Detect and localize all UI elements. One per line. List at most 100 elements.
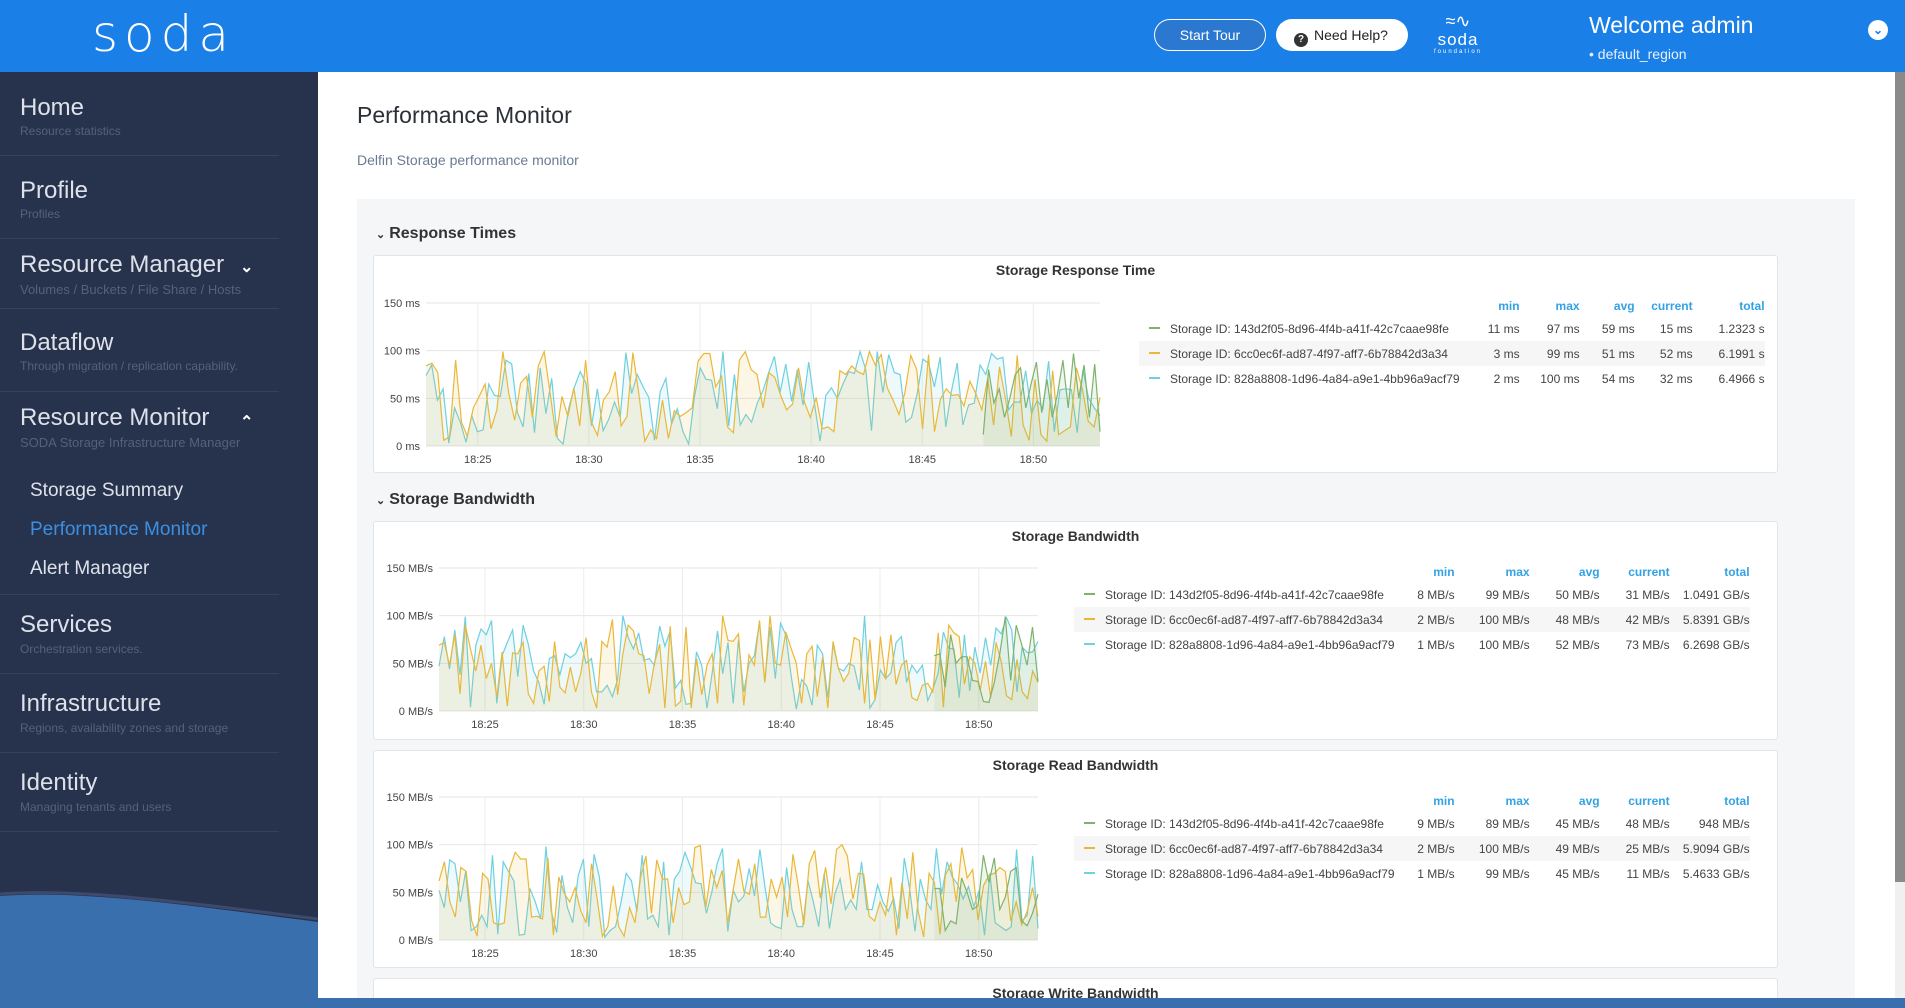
chevron-up-icon[interactable]: ⌃ — [240, 412, 253, 432]
legend-row[interactable]: Storage ID: 143d2f05-8d96-4f4b-a41f-42c7… — [1074, 582, 1750, 607]
legend-header-current[interactable]: current — [1600, 562, 1669, 582]
legend-stat-avg: 52 MB/s — [1555, 637, 1600, 652]
legend-header-total[interactable]: total — [1670, 562, 1749, 582]
legend-header-current[interactable]: current — [1635, 296, 1692, 316]
x-tick-label: 18:35 — [669, 719, 697, 731]
legend-stat-min: 1 MB/s — [1417, 866, 1455, 881]
need-help-label: Need Help? — [1314, 27, 1388, 43]
sidebar-subitem-storage-summary[interactable]: Storage Summary — [30, 480, 183, 502]
legend-header-max[interactable]: max — [1455, 791, 1530, 811]
y-tick-label: 150 ms — [384, 298, 421, 310]
sidebar-item-subtitle: SODA Storage Infrastructure Manager — [20, 435, 241, 450]
legend-stat-current: 15 ms — [1659, 321, 1693, 336]
legend-stat-min: 11 ms — [1487, 321, 1520, 336]
sidebar-item-title: Profile — [20, 177, 89, 204]
legend-row[interactable]: Storage ID: 828a8808-1d96-4a84-a9e1-4bb9… — [1074, 861, 1750, 886]
chart-legend: min max avg current total Storage ID: 143d2f0… — [1139, 296, 1765, 391]
page-subtitle: Delfin Storage performance monitor — [357, 152, 579, 168]
legend-series-label: Storage ID: 6cc0ec6f-ad87-4f97-aff7-6b78… — [1105, 841, 1383, 856]
legend-series-label: Storage ID: 143d2f05-8d96-4f4b-a41f-42c7… — [1170, 321, 1449, 336]
x-tick-label: 18:45 — [908, 454, 936, 466]
sidebar-item-services[interactable]: Services Orchestration services. — [0, 595, 279, 674]
chevron-down-icon[interactable]: ⌄ — [240, 257, 253, 277]
legend-row[interactable]: Storage ID: 6cc0ec6f-ad87-4f97-aff7-6b78… — [1074, 836, 1750, 861]
x-tick-label: 18:30 — [570, 719, 598, 731]
top-navbar: soda Start Tour ? Need Help? ≈∿ soda foun… — [0, 0, 1905, 72]
start-tour-button[interactable]: Start Tour — [1154, 19, 1266, 51]
legend-row[interactable]: Storage ID: 6cc0ec6f-ad87-4f97-aff7-6b78… — [1074, 607, 1750, 632]
chart-legend: min max avg current total Storage ID: 143d2f0… — [1074, 562, 1750, 657]
legend-header-avg[interactable]: avg — [1580, 296, 1635, 316]
chevron-down-icon: ⌄ — [376, 229, 386, 241]
sidebar-item-dataflow[interactable]: Dataflow Through migration / replication… — [0, 309, 279, 392]
legend-stat-current: 73 MB/s — [1625, 637, 1670, 652]
sidebar-item-resource-manager[interactable]: Resource Manager ⌄ Volumes / Buckets / F… — [0, 239, 279, 309]
page-title: Performance Monitor — [357, 102, 572, 128]
legend-header-current[interactable]: current — [1600, 791, 1669, 811]
y-tick-label: 50 MB/s — [393, 658, 434, 670]
legend-series-name[interactable]: Storage ID: 143d2f05-8d96-4f4b-a41f-42c7… — [1139, 316, 1460, 341]
legend-series-name[interactable]: Storage ID: 6cc0ec6f-ad87-4f97-aff7-6b78… — [1074, 836, 1395, 861]
legend-series-name[interactable]: Storage ID: 828a8808-1d96-4a84-a9e1-4bb9… — [1074, 632, 1395, 657]
legend-series-name[interactable]: Storage ID: 828a8808-1d96-4a84-a9e1-4bb9… — [1139, 366, 1460, 391]
legend-swatch — [1084, 617, 1095, 620]
sidebar-item-home[interactable]: Home Resource statistics — [0, 72, 279, 156]
legend-stat-avg: 50 MB/s — [1555, 587, 1600, 602]
need-help-button[interactable]: ? Need Help? — [1276, 19, 1408, 51]
x-tick-label: 18:45 — [866, 948, 894, 960]
sidebar-item-title: Resource Monitor — [20, 404, 210, 431]
legend-header-min[interactable]: min — [1395, 562, 1454, 582]
section-storage-bandwidth[interactable]: ⌄ Storage Bandwidth — [376, 491, 535, 509]
chart-card-storage-write-bandwidth: Storage Write Bandwidth — [373, 978, 1778, 998]
legend-stat-min: 1 MB/s — [1417, 637, 1455, 652]
sidebar-item-subtitle: Orchestration services. — [20, 642, 143, 656]
legend-header-min[interactable]: min — [1395, 791, 1454, 811]
foundation-logo-subtext: foundation — [1433, 49, 1483, 55]
section-response-times[interactable]: ⌄ Response Times — [376, 225, 516, 243]
user-menu-chevron-icon[interactable]: ⌄ — [1868, 20, 1888, 40]
legend-row[interactable]: Storage ID: 6cc0ec6f-ad87-4f97-aff7-6b78… — [1139, 341, 1765, 366]
legend-stat-max: 89 MB/s — [1485, 816, 1530, 831]
legend-header-total[interactable]: total — [1693, 296, 1764, 316]
legend-series-name[interactable]: Storage ID: 828a8808-1d96-4a84-a9e1-4bb9… — [1074, 861, 1395, 886]
legend-series-name[interactable]: Storage ID: 143d2f05-8d96-4f4b-a41f-42c7… — [1074, 811, 1395, 836]
legend-header-avg[interactable]: avg — [1530, 562, 1600, 582]
legend-series-label: Storage ID: 143d2f05-8d96-4f4b-a41f-42c7… — [1105, 816, 1384, 831]
sidebar-item-subtitle: Regions, availability zones and storage — [20, 721, 229, 735]
welcome-text: Welcome admin — [1589, 12, 1754, 38]
section-label: Response Times — [389, 225, 517, 242]
legend-stat-current: 31 MB/s — [1625, 587, 1670, 602]
legend-header-max[interactable]: max — [1520, 296, 1580, 316]
sidebar-item-identity[interactable]: Identity Managing tenants and users — [0, 753, 279, 832]
legend-header-min[interactable]: min — [1460, 296, 1519, 316]
legend-stat-current: 52 ms — [1634, 341, 1693, 366]
legend-series-name[interactable]: Storage ID: 6cc0ec6f-ad87-4f97-aff7-6b78… — [1139, 341, 1460, 366]
sidebar-item-profile[interactable]: Profile Profiles — [0, 156, 279, 239]
scrollbar[interactable] — [1895, 72, 1905, 1008]
chart-title: Storage Write Bandwidth — [992, 985, 1159, 998]
legend-header-total[interactable]: total — [1670, 791, 1749, 811]
legend-row[interactable]: Storage ID: 828a8808-1d96-4a84-a9e1-4bb9… — [1074, 632, 1750, 657]
legend-row[interactable]: Storage ID: 143d2f05-8d96-4f4b-a41f-42c7… — [1074, 811, 1750, 836]
legend-series-name[interactable]: Storage ID: 143d2f05-8d96-4f4b-a41f-42c7… — [1074, 582, 1395, 607]
sidebar-item-infrastructure[interactable]: Infrastructure Regions, availability zon… — [0, 674, 279, 753]
sidebar-item-title: Dataflow — [20, 329, 114, 356]
legend-header-avg[interactable]: avg — [1530, 791, 1600, 811]
chart-legend: min max avg current total Storage ID: 143d2f0… — [1074, 791, 1750, 886]
sidebar-item-subtitle: Resource statistics — [20, 124, 121, 138]
soda-logo[interactable]: soda — [92, 4, 235, 64]
legend-stat-total: 948 MB/s — [1698, 816, 1750, 831]
sidebar-subitem-performance-monitor[interactable]: Performance Monitor — [30, 519, 207, 541]
legend-row[interactable]: Storage ID: 828a8808-1d96-4a84-a9e1-4bb9… — [1139, 366, 1765, 391]
legend-header-spacer — [1074, 791, 1395, 811]
x-tick-label: 18:50 — [965, 948, 993, 960]
soda-foundation-logo: ≈∿ soda foundation — [1428, 10, 1488, 66]
legend-series-name[interactable]: Storage ID: 6cc0ec6f-ad87-4f97-aff7-6b78… — [1074, 607, 1395, 632]
legend-stat-total: 5.9094 GB/s — [1669, 836, 1750, 861]
legend-row[interactable]: Storage ID: 143d2f05-8d96-4f4b-a41f-42c7… — [1139, 316, 1765, 341]
sidebar-subitem-alert-manager[interactable]: Alert Manager — [30, 558, 149, 580]
footer-bar — [318, 998, 1905, 1008]
legend-stat-min: 3 ms — [1459, 341, 1520, 366]
legend-header-max[interactable]: max — [1455, 562, 1530, 582]
scrollbar-thumb[interactable] — [1895, 72, 1905, 882]
